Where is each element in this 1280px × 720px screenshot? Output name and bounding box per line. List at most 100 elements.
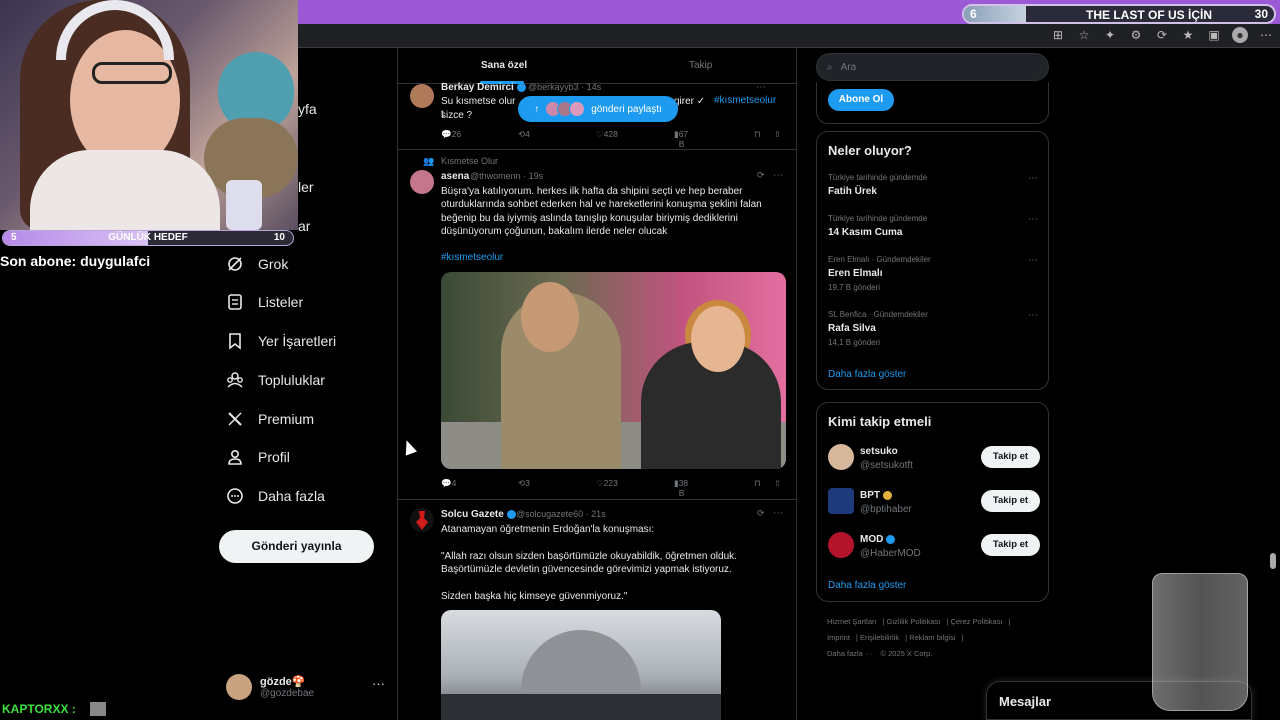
footer-link[interactable]: Hizmet Şartları [827,617,877,626]
show-more-link[interactable]: Daha fazla göster [828,369,906,380]
new-posts-pill[interactable]: ↑ gönderi paylaştı [518,96,678,122]
footer-link[interactable]: Erişilebilirlik [860,633,899,642]
views-button[interactable]: ▮ 67 B [674,129,688,149]
nav-label: Grok [258,256,289,272]
repost-button[interactable]: ⟲ 4 [518,129,530,140]
grok-icon[interactable]: ⟳ [757,508,765,519]
grok-icon [226,255,244,273]
star-icon[interactable]: ☆ [1076,27,1092,43]
favorites-icon[interactable]: ★ [1180,27,1196,43]
search-box[interactable]: ⌕ [816,53,1049,81]
bookmark-icon[interactable]: ⊓ [754,478,761,489]
repost-button[interactable]: ⟲ 3 [518,478,530,489]
page-scrollbar[interactable] [1269,48,1277,720]
nav-item-bookmarks[interactable]: Yer İşaretleri [226,327,336,355]
hashtag-link[interactable]: #kısmetseolur [441,252,503,263]
avatar[interactable] [828,488,854,514]
avatar[interactable] [410,84,434,108]
footer-link[interactable]: Gizlilik Politikası [887,617,941,626]
post[interactable]: 👥 Kısmetse Olur asena @thwomenn · 19s ⟳ … [398,150,796,500]
nav-item-premium[interactable]: Premium [226,405,314,433]
post-author[interactable]: Berkay Demirci [441,82,526,93]
more-dots-icon[interactable]: ⋯ [1028,310,1038,321]
grok-icon[interactable]: ⟳ [757,170,765,181]
x-logo-icon [226,410,244,428]
subscribe-button[interactable]: Abone Ol [828,89,894,111]
follow-suggestion[interactable]: BPT @bptihaber Takip et [828,488,1040,518]
nav-item-profile[interactable]: Profil [226,443,290,471]
footer-link[interactable]: Reklam bilgisi [909,633,955,642]
trend-item[interactable]: Türkiye tarihinde gündemde 14 Kasım Cuma… [828,214,1038,238]
reply-button[interactable]: 💬 26 [441,129,461,140]
show-more-link[interactable]: Daha fazla göster [828,580,906,591]
menu-dots-icon[interactable]: ⋯ [1258,27,1274,43]
follow-suggestion[interactable]: MOD @HaberMOD Takip et [828,532,1040,562]
more-dots-icon[interactable]: ⋯ [1028,255,1038,266]
trend-item[interactable]: SL Benfica · Gündemdekiler Rafa Silva 14… [828,310,1038,347]
nav-item-communities[interactable]: Topluluklar [226,366,325,394]
nav-item-lists[interactable]: Listeler [226,288,303,316]
browser-toolbar: ⊞ ☆ ✦ ⚙ ⟳ ★ ▣ ● ⋯ [1050,27,1274,43]
profile-avatar-icon[interactable]: ● [1232,27,1248,43]
copyright: © 2025 X Corp. [880,649,933,658]
post-actions: 💬 26 ⟲ 4 ♡ 428 ▮ 67 B ⊓ ⇧ [441,129,786,149]
tab-for-you[interactable]: Sana özel [481,60,527,71]
scrollbar-thumb[interactable] [1270,553,1276,569]
avatar[interactable] [410,508,434,532]
footer-link[interactable]: Daha fazla ··· [827,649,872,658]
like-button[interactable]: ♡ 428 [596,129,618,140]
collections-icon[interactable]: ▣ [1206,27,1222,43]
more-dots-icon[interactable]: ⋯ [773,508,783,519]
sync-icon[interactable]: ⟳ [1154,27,1170,43]
search-input[interactable] [840,61,1021,73]
author-name[interactable]: asena [441,171,469,182]
more-dots-icon[interactable]: ··· [372,676,385,691]
last-subscriber: Son abone: duygulafci [0,253,151,269]
extension-icon[interactable]: ✦ [1102,27,1118,43]
reply-button[interactable]: 💬 4 [441,478,456,489]
footer-link[interactable]: Çerez Politikası [950,617,1002,626]
more-dots-icon[interactable]: ⋯ [773,170,783,181]
more-dots-icon[interactable]: ⋯ [1028,173,1038,184]
more-dots-icon[interactable]: ⋯ [756,82,766,93]
trend-item[interactable]: Eren Elmalı · Gündemdekiler Eren Elmalı … [828,255,1038,292]
follow-suggestion[interactable]: setsuko @setsukotft Takip et [828,444,1040,474]
avatar[interactable] [828,444,854,470]
follow-button[interactable]: Takip et [981,490,1040,512]
post-button[interactable]: Gönderi yayınla [219,530,374,563]
tab-following[interactable]: Takip [689,60,712,71]
follow-button[interactable]: Takip et [981,534,1040,556]
nav-item-more[interactable]: Daha fazla [226,482,325,510]
feed-tabs: Sana özel Takip [398,48,796,84]
views-button[interactable]: ▮ 38 B [674,478,688,498]
trend-title: Rafa Silva [828,323,876,334]
follow-button[interactable]: Takip et [981,446,1040,468]
share-icon[interactable]: ⇧ [774,129,781,140]
avatar[interactable] [828,532,854,558]
apps-icon[interactable]: ⊞ [1050,27,1066,43]
bookmark-icon[interactable]: ⊓ [754,129,761,140]
hashtag-link[interactable]: #kısmetseolur [714,95,776,106]
more-circle-icon [226,487,244,505]
nav-item-grok[interactable]: Grok [226,250,288,278]
trend-meta: Türkiye tarihinde gündemde [828,173,928,182]
avatar[interactable] [410,170,434,194]
more-dots-icon[interactable]: ⋯ [1028,214,1038,225]
verified-badge-icon [506,509,516,519]
post-image[interactable] [441,272,786,469]
like-button[interactable]: ♡ 223 [596,478,618,489]
trend-item[interactable]: Türkiye tarihinde gündemde Fatih Ürek ⋯ [828,173,1038,197]
share-icon[interactable]: ⇧ [774,478,781,489]
cup [226,180,262,230]
verified-badge-icon [886,534,896,544]
post-author[interactable]: Solcu Gazete [441,509,516,520]
post-image[interactable] [441,610,721,720]
puzzle-icon[interactable]: ⚙ [1128,27,1144,43]
account-switcher[interactable]: gözde🍄 @gozdebae ··· [226,672,386,702]
post-text: Atanamayan öğretmenin Erdoğan'la konuşma… [441,524,737,603]
glasses [92,62,172,84]
like-count: 223 [603,478,618,488]
reply-count: 26 [451,129,462,139]
footer-link[interactable]: Imprint [827,633,850,642]
post[interactable]: Solcu Gazete @solcugazete60 · 21s ⟳ ⋯ At… [398,500,796,720]
